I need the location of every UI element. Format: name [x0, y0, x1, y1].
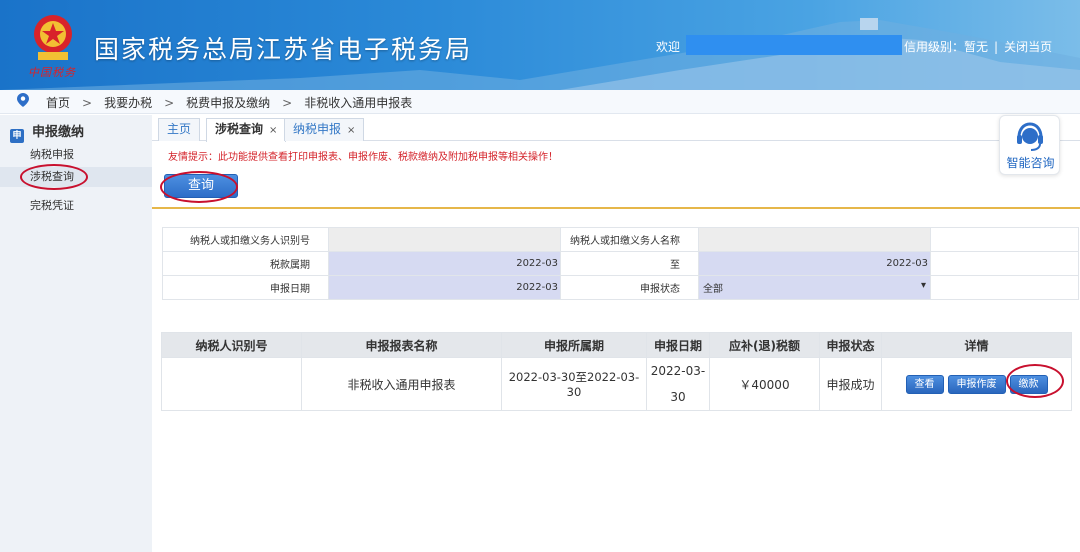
- site-header: 中国税务 国家税务总局江苏省电子税务局 欢迎 信用级别：暂无 | 关闭当页: [0, 0, 1080, 90]
- breadcrumb: 首页 > 我要办税 > 税费申报及缴纳 > 非税收入通用申报表: [0, 90, 1080, 114]
- col-header-status: 申报状态: [819, 332, 882, 358]
- col-header-declare-date: 申报日期: [646, 332, 710, 358]
- col-header-form-name: 申报报表名称: [301, 332, 502, 358]
- customer-service-headset-icon: [1017, 122, 1043, 151]
- declare-date-label: 申报日期: [162, 275, 329, 300]
- col-header-details: 详情: [881, 332, 1072, 358]
- period-to-label: 至: [560, 251, 699, 276]
- view-button[interactable]: 查看: [905, 374, 944, 394]
- tax-emblem-logo: [34, 15, 72, 60]
- tab-home[interactable]: 主页: [158, 118, 201, 141]
- void-declaration-button[interactable]: 申报作废: [947, 374, 1006, 394]
- breadcrumb-tax-handling[interactable]: 我要办税: [104, 96, 152, 110]
- cell-period: 2022-03-30至2022-03-30: [501, 357, 647, 411]
- close-page-link[interactable]: 关闭当页: [1004, 40, 1052, 54]
- status-select-inner: 全部 ▾: [703, 280, 926, 295]
- form-spacer: [930, 275, 1079, 300]
- taxpayer-name-field: [698, 227, 931, 252]
- sidebar: 申申报缴纳 纳税申报 涉税查询 完税凭证: [0, 115, 152, 552]
- table-row: 非税收入通用申报表 2022-03-30至2022-03-30 2022-03-…: [161, 357, 1072, 411]
- username-redacted: [686, 35, 902, 55]
- breadcrumb-separator: >: [82, 96, 93, 110]
- sidebar-item-tax-declaration[interactable]: 纳税申报: [30, 146, 74, 162]
- period-label: 税款属期: [162, 251, 329, 276]
- query-form: 纳税人或扣缴义务人识别号 纳税人或扣缴义务人名称 税款属期 2022-03 至 …: [162, 227, 1079, 300]
- close-icon[interactable]: ×: [269, 125, 277, 136]
- breadcrumb-declaration[interactable]: 税费申报及缴纳: [186, 96, 270, 110]
- col-header-period: 申报所属期: [501, 332, 647, 358]
- form-spacer: [930, 251, 1079, 276]
- period-to-input[interactable]: 2022-03: [698, 251, 931, 276]
- breadcrumb-current: 非税收入通用申报表: [304, 96, 413, 110]
- status-label: 申报状态: [560, 275, 699, 300]
- sidebar-item-tax-certificate[interactable]: 完税凭证: [30, 197, 74, 213]
- status-select[interactable]: 全部 ▾: [698, 275, 931, 300]
- table-header-row: 纳税人识别号 申报报表名称 申报所属期 申报日期 应补(退)税额 申报状态 详情: [161, 332, 1072, 358]
- breadcrumb-home[interactable]: 首页: [46, 96, 70, 110]
- tab-tax-query[interactable]: 涉税查询 ×: [206, 118, 287, 142]
- cell-taxpayer-id: [161, 357, 302, 411]
- status-select-value: 全部: [703, 284, 723, 295]
- breadcrumb-separator: >: [282, 96, 293, 110]
- breadcrumb-trail: 首页 > 我要办税 > 税费申报及缴纳 > 非税收入通用申报表: [46, 94, 412, 111]
- chevron-down-icon: ▾: [920, 280, 926, 291]
- results-table: 纳税人识别号 申报报表名称 申报所属期 申报日期 应补(退)税额 申报状态 详情…: [161, 332, 1072, 411]
- tab-tax-declaration-label: 纳税申报: [293, 122, 342, 136]
- pay-button[interactable]: 缴款: [1009, 374, 1048, 394]
- sidebar-item-tax-query[interactable]: 涉税查询: [0, 167, 152, 187]
- cell-declare-date: 2022-03-30: [646, 357, 710, 411]
- smart-consult-label: 智能咨询: [1006, 156, 1055, 170]
- query-button[interactable]: 查询: [164, 174, 238, 198]
- notice-text: 友情提示：此功能提供查看打印申报表、申报作废、税款缴纳及附加税申报等相关操作！: [168, 152, 558, 163]
- welcome-text: 欢迎: [656, 40, 681, 54]
- site-title: 国家税务总局江苏省电子税务局: [94, 36, 473, 64]
- taxpayer-name-label: 纳税人或扣缴义务人名称: [560, 227, 699, 252]
- tab-tax-query-label: 涉税查询: [215, 122, 264, 136]
- credit-level: 信用级别：暂无: [904, 40, 989, 54]
- tab-home-label: 主页: [167, 122, 192, 136]
- period-from-input[interactable]: 2022-03: [328, 251, 561, 276]
- taxpayer-id-field: [328, 227, 561, 252]
- location-pin-icon: [17, 93, 29, 107]
- cell-form-name: 非税收入通用申报表: [301, 357, 502, 411]
- declare-date-input[interactable]: 2022-03: [328, 275, 561, 300]
- brand-script-logo: 中国税务: [28, 66, 76, 79]
- tab-tax-declaration[interactable]: 纳税申报 ×: [284, 118, 365, 141]
- header-user-links: 信用级别：暂无 | 关闭当页: [904, 38, 1052, 55]
- breadcrumb-separator: >: [164, 96, 175, 110]
- cell-amount: ￥40000: [709, 357, 820, 411]
- sidebar-heading-icon: 申: [10, 129, 24, 143]
- smart-consult-button[interactable]: 智能咨询: [999, 115, 1060, 175]
- divider: [152, 207, 1080, 209]
- col-header-taxpayer-id: 纳税人识别号: [161, 332, 302, 358]
- cell-status: 申报成功: [819, 357, 882, 411]
- close-icon[interactable]: ×: [347, 125, 355, 136]
- form-spacer: [930, 227, 1079, 252]
- cell-actions: 查看 申报作废 缴款: [881, 357, 1072, 411]
- col-header-amount: 应补(退)税额: [709, 332, 820, 358]
- tab-bar: 主页 涉税查询 × 纳税申报 ×: [152, 115, 1080, 142]
- sidebar-heading-label: 申报缴纳: [32, 125, 85, 140]
- sidebar-heading: 申申报缴纳: [10, 121, 84, 143]
- taxpayer-id-label: 纳税人或扣缴义务人识别号: [162, 227, 329, 252]
- header-separator: |: [994, 40, 999, 54]
